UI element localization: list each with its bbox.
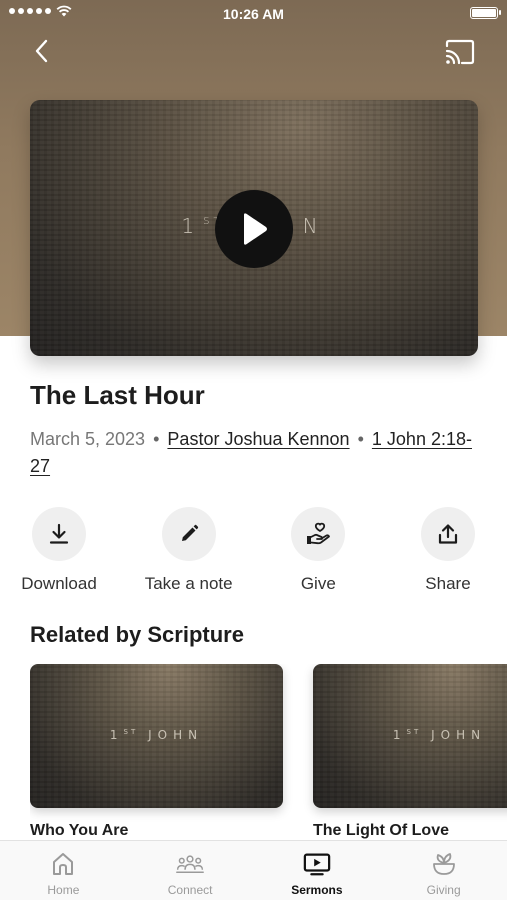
pencil-icon xyxy=(181,524,198,541)
download-icon xyxy=(49,523,69,544)
share-button[interactable]: Share xyxy=(392,507,504,594)
play-button[interactable] xyxy=(215,190,293,268)
meta-separator: • xyxy=(357,429,364,449)
take-note-label: Take a note xyxy=(144,574,233,593)
chevron-left-icon xyxy=(35,39,48,63)
back-button[interactable] xyxy=(26,36,56,66)
cast-button[interactable] xyxy=(444,38,476,66)
download-label: Download xyxy=(21,574,97,593)
give-label: Give xyxy=(300,574,336,593)
tab-connect[interactable]: Connect xyxy=(127,841,254,900)
tv-play-icon xyxy=(303,853,331,876)
home-icon xyxy=(53,853,74,875)
giving-hand-icon xyxy=(307,522,331,545)
people-icon xyxy=(176,855,205,873)
meta-separator: • xyxy=(153,429,160,449)
play-icon xyxy=(244,213,267,245)
related-sermon-card[interactable]: 1ST JOHN Who You Are xyxy=(30,664,283,840)
tab-sermons[interactable]: Sermons xyxy=(254,841,381,900)
bottom-tab-bar: Home Connect Sermons Giving xyxy=(0,840,507,900)
cast-icon xyxy=(445,39,475,65)
action-row: Download Take a note Give Share xyxy=(21,507,477,594)
related-sermons-carousel[interactable]: 1ST JOHN Who You Are 1ST JOHN The Light … xyxy=(30,664,507,844)
download-button[interactable]: Download xyxy=(3,507,115,594)
thumbnail-artwork-title: 1ST JOHN xyxy=(109,728,204,742)
related-section-heading: Related by Scripture xyxy=(30,622,244,647)
related-sermon-card[interactable]: 1ST JOHN The Light Of Love xyxy=(313,664,507,840)
tab-giving[interactable]: Giving xyxy=(380,841,507,900)
sermon-meta: March 5, 2023 • Pastor Joshua Kennon • 1… xyxy=(30,426,480,480)
tab-giving-label: Giving xyxy=(426,883,461,897)
related-sermon-thumbnail: 1ST JOHN xyxy=(313,664,507,808)
sermon-title: The Last Hour xyxy=(30,380,205,410)
battery-icon xyxy=(470,7,498,19)
thumbnail-artwork-title: 1ST JOHN xyxy=(392,728,487,742)
related-sermon-thumbnail: 1ST JOHN xyxy=(30,664,283,808)
tab-home[interactable]: Home xyxy=(0,841,127,900)
sermon-date: March 5, 2023 xyxy=(30,429,146,449)
sermon-video-player[interactable]: 1ST JOHN xyxy=(30,100,478,356)
tab-connect-label: Connect xyxy=(167,883,213,897)
status-time: 10:26 AM xyxy=(223,6,284,22)
speaker-link[interactable]: Pastor Joshua Kennon xyxy=(167,429,349,449)
take-note-button[interactable]: Take a note xyxy=(133,507,245,594)
tab-sermons-label: Sermons xyxy=(291,883,343,897)
share-icon xyxy=(438,524,458,544)
status-bar: 10:26 AM xyxy=(0,0,507,28)
related-sermon-title: The Light Of Love xyxy=(313,822,449,839)
give-button[interactable]: Give xyxy=(262,507,374,594)
plant-pot-icon xyxy=(432,853,455,875)
share-label: Share xyxy=(425,574,471,593)
tab-home-label: Home xyxy=(47,883,80,897)
related-sermon-title: Who You Are xyxy=(30,822,129,839)
